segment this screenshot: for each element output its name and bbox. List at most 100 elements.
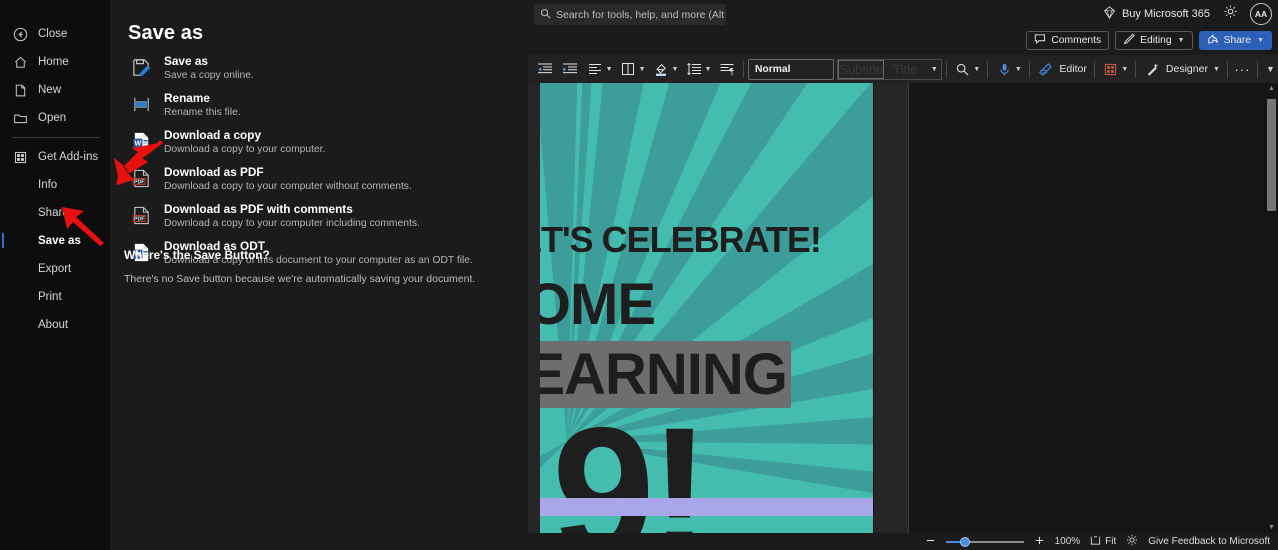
svg-text:PDF: PDF (134, 216, 144, 222)
rail-item-label: Share (38, 207, 69, 219)
style-name-label: Normal (755, 64, 790, 75)
line-spacing-button[interactable]: ▼ (681, 58, 714, 80)
chevron-down-icon[interactable]: ▼ (1121, 66, 1128, 73)
option-subtext: Download a copy to your computer without… (164, 180, 412, 193)
zoom-in-button[interactable] (1034, 535, 1045, 549)
editing-button[interactable]: Editing ▼ (1115, 31, 1192, 50)
option-save-as[interactable]: Save as Save a copy online. (124, 48, 519, 85)
buy-label: Buy Microsoft 365 (1122, 8, 1210, 20)
zoom-slider-knob[interactable] (960, 537, 970, 547)
rail-item-label: About (38, 319, 68, 331)
more-commands-button[interactable]: ··· (1231, 58, 1253, 80)
rail-item-info[interactable]: Info (0, 173, 110, 197)
save-as-option-list: Save as Save a copy online. Rename Renam… (124, 48, 519, 270)
rail-item-label: Export (38, 263, 71, 275)
document-canvas: LET'S CELEBRATE! COME LEARNING 9! (528, 83, 1278, 533)
option-download-as-pdf-with-comments[interactable]: PDF Download as PDF with comments Downlo… (124, 196, 519, 233)
borders-button[interactable]: ▼ (616, 58, 649, 80)
zoom-level[interactable]: 100% (1055, 536, 1081, 547)
designer-button[interactable]: Designer ▼ (1140, 58, 1223, 80)
backstage-nav-rail: Close Home New Open Get Add-ins Info Sha… (0, 0, 110, 550)
chevron-down-icon[interactable]: ▼ (704, 66, 711, 73)
find-button[interactable]: ▼ (950, 58, 983, 80)
search-input[interactable]: Search for tools, help, and more (Alt + … (534, 4, 726, 25)
avatar-initials: AA (1255, 9, 1267, 19)
rail-item-get-add-ins[interactable]: Get Add-ins (0, 145, 110, 169)
pdf-icon: PDF (130, 166, 152, 190)
zoom-slider[interactable] (946, 536, 1024, 548)
document-page[interactable]: LET'S CELEBRATE! COME LEARNING 9! (540, 83, 873, 533)
chevron-down-icon[interactable]: ▼ (606, 66, 613, 73)
ribbon-divider (743, 61, 744, 78)
chevron-down-icon[interactable]: ▼ (973, 66, 980, 73)
chevron-down-icon[interactable]: ▼ (639, 66, 646, 73)
fit-page-button[interactable]: Fit (1090, 535, 1116, 549)
option-download-as-pdf[interactable]: PDF Download as PDF Download a copy to y… (124, 159, 519, 196)
add-in-button[interactable]: ▼ (1098, 58, 1131, 80)
share-icon (1207, 33, 1219, 48)
option-subtext: Download a copy to your computer. (164, 143, 325, 156)
vertical-scrollbar[interactable]: ▲ ▼ (1265, 83, 1278, 533)
style-name-box[interactable]: Normal (748, 59, 834, 80)
chevron-down-icon[interactable]: ▼ (672, 66, 679, 73)
search-placeholder-text: Search for tools, help, and more (Alt + … (556, 9, 726, 21)
rail-item-home[interactable]: Home (0, 50, 110, 74)
chevron-down-icon[interactable]: ▼ (1015, 66, 1022, 73)
diamond-icon (1103, 6, 1116, 22)
chevron-down-icon[interactable]: ▼ (927, 66, 941, 73)
word-app-window: Search for tools, help, and more (Alt + … (528, 0, 1278, 550)
rail-item-close[interactable]: Close (0, 22, 110, 46)
shading-button[interactable]: ▼ (649, 58, 682, 80)
rail-item-export[interactable]: Export (0, 257, 110, 281)
style-gallery[interactable]: Subtitle Title ▼ (837, 59, 941, 80)
buy-microsoft-365-button[interactable]: Buy Microsoft 365 (1103, 6, 1210, 22)
share-button[interactable]: Share ▼ (1199, 31, 1272, 50)
pencil-icon (1123, 33, 1135, 48)
comments-button[interactable]: Comments (1026, 31, 1109, 50)
rail-item-share[interactable]: Share (0, 201, 110, 225)
scroll-up-arrow-icon[interactable]: ▲ (1265, 83, 1278, 94)
option-download-a-copy[interactable]: W Download a copy Download a copy to you… (124, 122, 519, 159)
option-heading: Rename (164, 91, 241, 105)
focus-mode-button[interactable] (1126, 534, 1138, 549)
avatar[interactable]: AA (1250, 3, 1272, 25)
chevron-down-icon[interactable]: ▼ (1213, 66, 1220, 73)
collapse-ribbon-button[interactable]: ▼ (1262, 58, 1278, 80)
borders-icon (619, 60, 638, 79)
align-button[interactable]: ▼ (583, 58, 616, 80)
chevron-down-icon: ▼ (1257, 37, 1264, 44)
rail-item-print[interactable]: Print (0, 285, 110, 309)
option-heading: Download as PDF with comments (164, 202, 420, 216)
shading-icon (652, 60, 671, 79)
editor-icon (1036, 60, 1055, 79)
scroll-down-arrow-icon[interactable]: ▼ (1265, 522, 1278, 533)
page-edge (873, 83, 874, 533)
rail-item-about[interactable]: About (0, 313, 110, 337)
scrollbar-thumb[interactable] (1267, 99, 1276, 211)
give-feedback-button[interactable]: Give Feedback to Microsoft (1148, 536, 1270, 547)
save-as-icon (130, 55, 152, 79)
search-icon (540, 8, 551, 22)
document-scroll-area[interactable]: LET'S CELEBRATE! COME LEARNING 9! (528, 83, 908, 533)
rail-item-open[interactable]: Open (0, 106, 110, 130)
rail-item-label: Open (38, 112, 66, 124)
rail-item-label: Save as (38, 235, 81, 247)
decrease-indent-button[interactable] (533, 58, 558, 80)
rail-item-save-as[interactable]: Save as (0, 229, 110, 253)
option-rename[interactable]: Rename Rename this file. (124, 85, 519, 122)
rail-item-label: New (38, 84, 61, 96)
word-doc-icon: W (130, 129, 152, 153)
poster-accent-band (540, 498, 873, 516)
editor-button[interactable]: Editor (1033, 58, 1089, 80)
increase-indent-button[interactable] (558, 58, 583, 80)
dictate-button[interactable]: ▼ (992, 58, 1025, 80)
paragraph-marks-button[interactable]: ¶ (714, 58, 739, 80)
poster-line-2: COME (540, 271, 655, 338)
settings-button[interactable] (1219, 3, 1241, 25)
style-gallery-item-title[interactable]: Title (884, 60, 927, 79)
option-heading: Download as PDF (164, 165, 412, 179)
rail-item-new[interactable]: New (0, 78, 110, 102)
zoom-out-button[interactable] (925, 535, 936, 549)
editing-label: Editing (1140, 35, 1171, 46)
style-gallery-item-subtitle[interactable]: Subtitle (838, 60, 883, 79)
